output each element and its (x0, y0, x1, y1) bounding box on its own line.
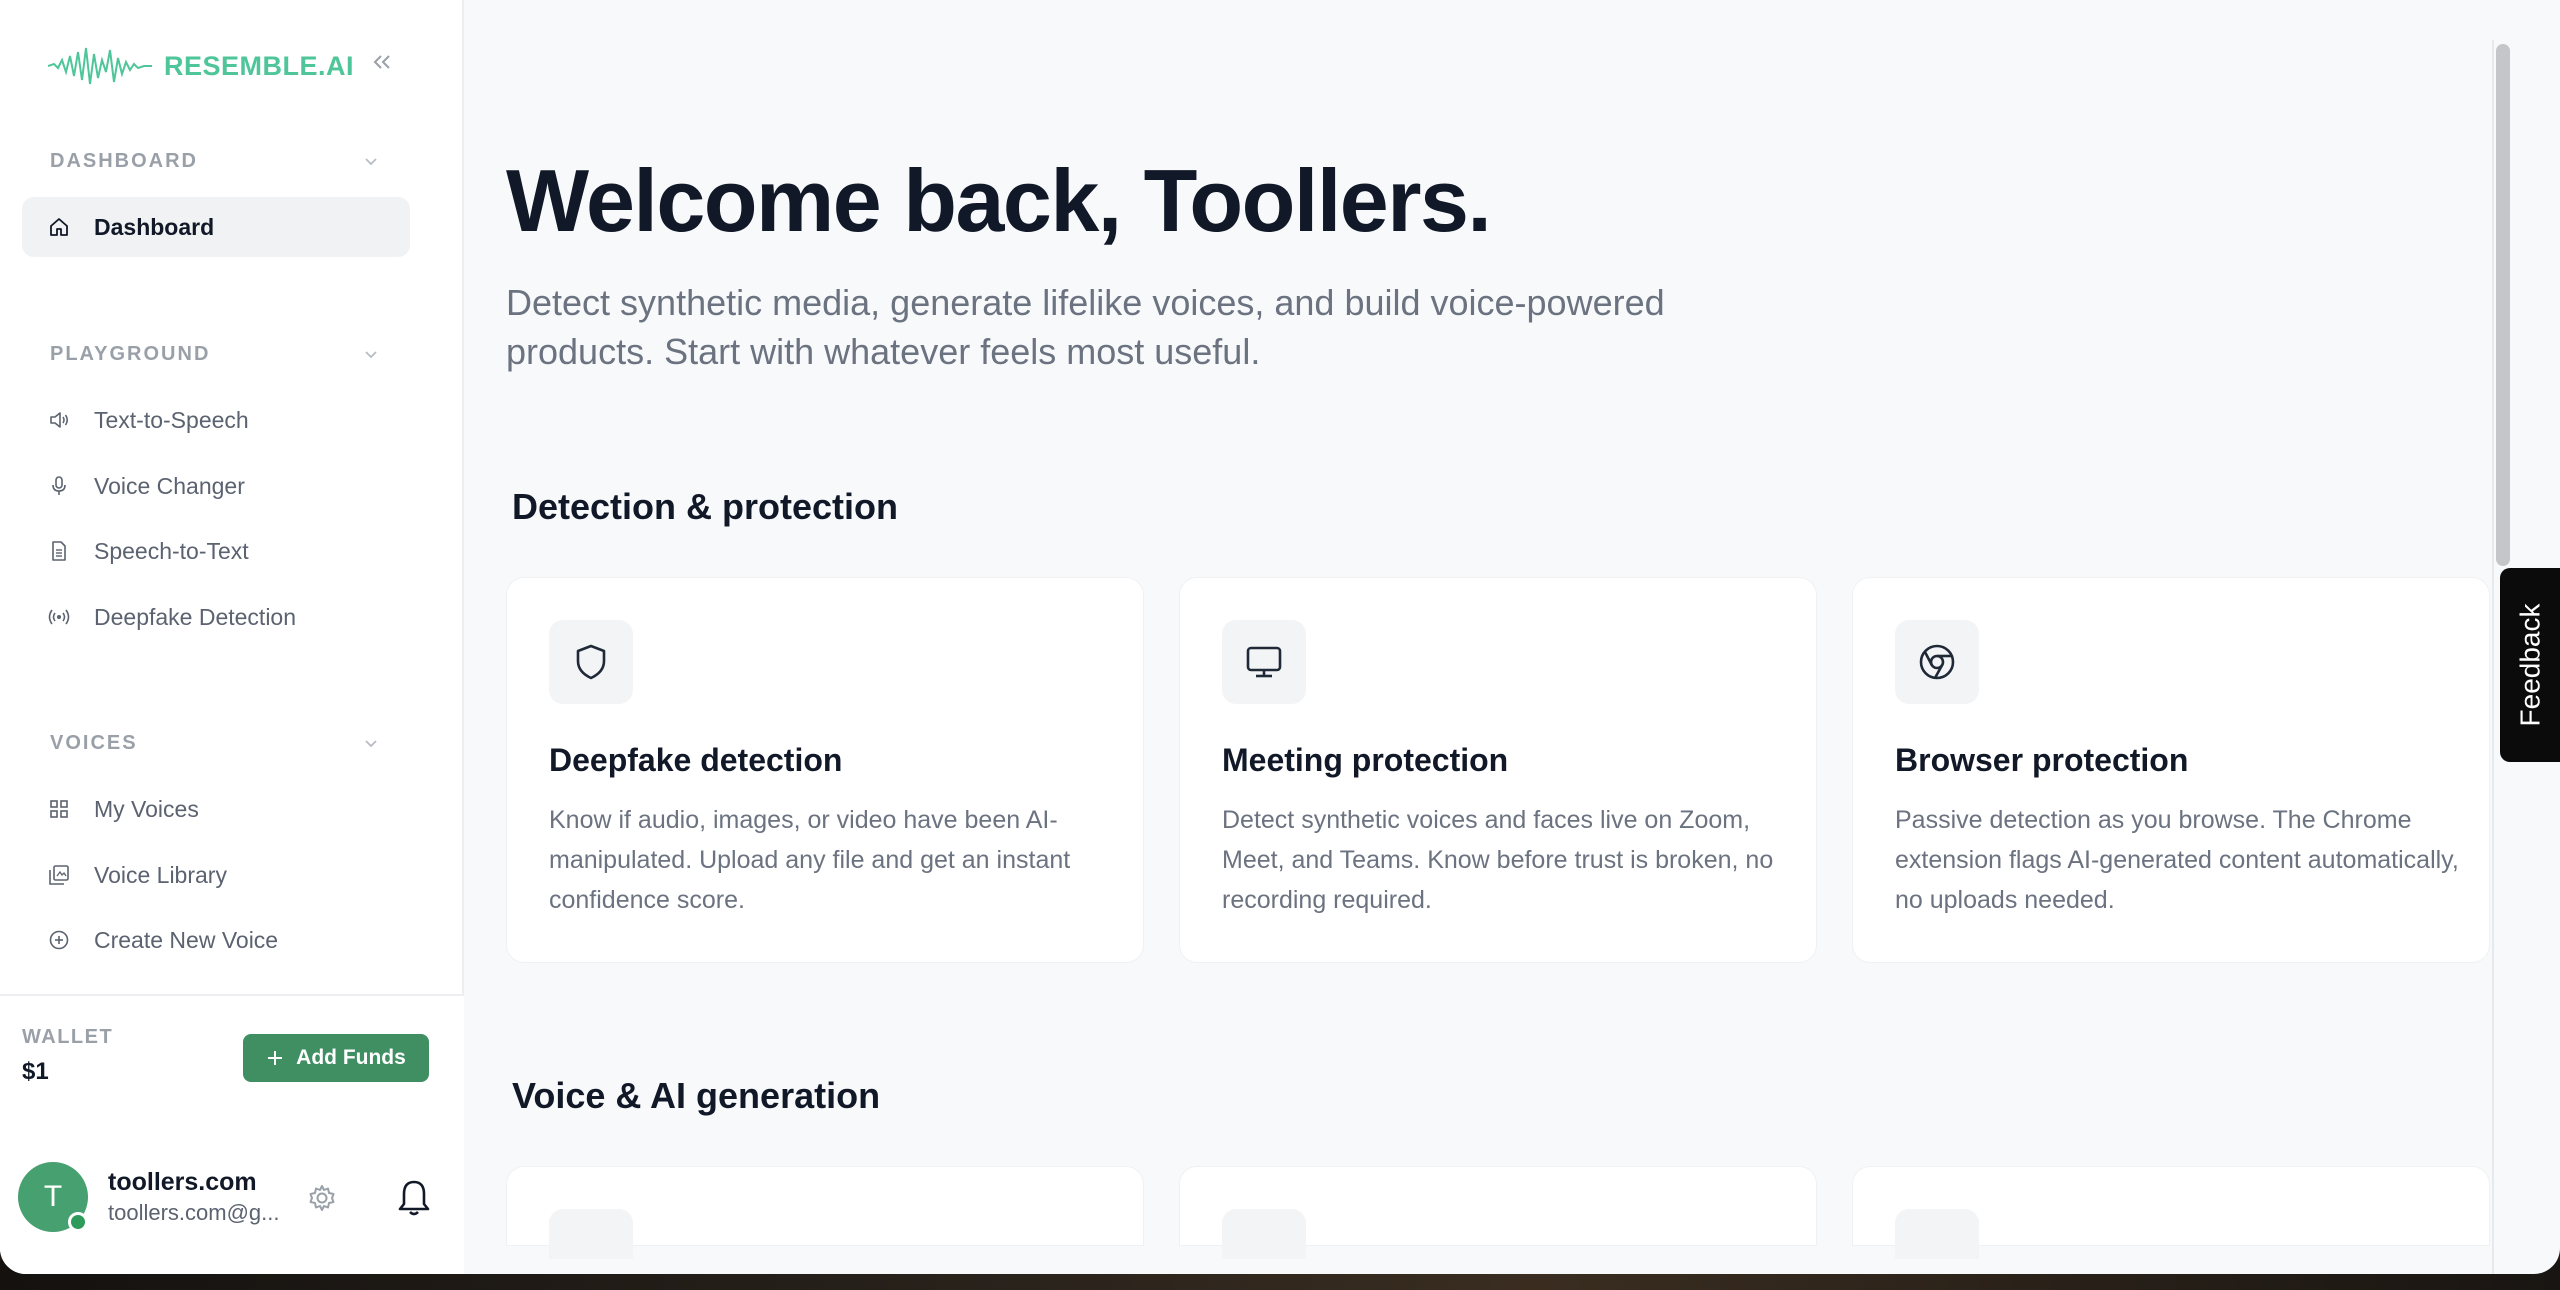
add-funds-button[interactable]: Add Funds (243, 1034, 429, 1082)
home-icon (48, 216, 70, 238)
card-title: Meeting protection (1222, 742, 1509, 778)
avatar-initial: T (43, 1180, 63, 1213)
wallet-label: WALLET (22, 1026, 114, 1048)
user-email: toollers.com@g... (108, 1200, 280, 1225)
settings-button[interactable] (306, 1182, 338, 1214)
feedback-label: Feedback (2514, 603, 2545, 727)
sidebar-item-label: Deepfake Detection (94, 603, 297, 630)
card-icon-box (1895, 1209, 1979, 1259)
library-icon (48, 864, 70, 886)
logo[interactable]: RESEMBLE.AI (48, 40, 354, 92)
add-funds-label: Add Funds (296, 1046, 406, 1069)
page-subtitle: Detect synthetic media, generate lifelik… (506, 282, 1665, 372)
card-meeting-protection[interactable]: Meeting protection Detect synthetic voic… (1179, 577, 1817, 963)
card-description: Know if audio, images, or video have bee… (549, 806, 1071, 914)
document-icon (48, 540, 70, 562)
section-title-voice-generation: Voice & AI generation (512, 1075, 881, 1116)
card-icon-box (549, 620, 633, 704)
monitor-icon (1246, 646, 1282, 678)
card-icon-box (1895, 620, 1979, 704)
bell-icon (398, 1180, 430, 1216)
chrome-icon (1919, 644, 1955, 680)
sidebar-item-speech-to-text[interactable]: Speech-to-Text (22, 521, 410, 581)
card-title: Browser protection (1895, 742, 2189, 778)
section-dashboard[interactable]: DASHBOARD (50, 146, 380, 176)
sidebar-item-text-to-speech[interactable]: Text-to-Speech (22, 390, 410, 450)
sidebar-item-label: Voice Changer (94, 472, 245, 499)
card-title: Deepfake detection (549, 742, 843, 778)
waveform-logo-icon (48, 47, 152, 85)
section-title-detection: Detection & protection (512, 486, 899, 527)
sidebar-item-create-new-voice[interactable]: Create New Voice (22, 910, 410, 970)
sidebar-item-voice-library[interactable]: Voice Library (22, 845, 410, 905)
card-description: Passive detection as you browse. The Chr… (1895, 806, 2459, 914)
user-name: toollers.com (108, 1168, 257, 1196)
card-voice-generation-2[interactable] (1179, 1166, 1817, 1259)
gear-icon (309, 1185, 335, 1211)
chevron-down-icon (365, 158, 377, 166)
logo-text: RESEMBLE.AI (164, 50, 355, 81)
sidebar-item-dashboard[interactable]: Dashboard (22, 197, 410, 257)
feedback-tab[interactable]: Feedback (2500, 568, 2560, 762)
chevrons-left-icon (373, 55, 390, 69)
card-icon-box (549, 1209, 633, 1259)
collapse-sidebar-button[interactable] (368, 48, 396, 76)
sidebar-item-label: Speech-to-Text (94, 537, 249, 564)
grid-icon (48, 798, 70, 820)
wallet-balance: $1 (22, 1058, 49, 1085)
app-window: RESEMBLE.AI DASHBOARD Dashboard PLAYGROU… (0, 0, 2560, 1274)
plus-circle-icon (48, 929, 70, 951)
card-icon-box (1222, 620, 1306, 704)
shield-icon (576, 644, 606, 680)
card-voice-generation-3[interactable] (1852, 1166, 2490, 1259)
speaker-icon (48, 409, 70, 431)
section-title: VOICES (50, 731, 138, 754)
plus-icon (268, 1051, 283, 1065)
broadcast-icon (48, 606, 70, 628)
card-icon-box (1222, 1209, 1306, 1259)
sidebar-item-my-voices[interactable]: My Voices (22, 779, 410, 839)
sidebar-item-label: Voice Library (94, 861, 227, 888)
sidebar-item-label: Text-to-Speech (94, 406, 249, 433)
scrollbar-thumb[interactable] (2496, 44, 2510, 566)
sidebar: RESEMBLE.AI DASHBOARD Dashboard PLAYGROU… (0, 0, 464, 1274)
sidebar-item-label: Dashboard (94, 213, 215, 240)
card-deepfake-detection[interactable]: Deepfake detection Know if audio, images… (506, 577, 1144, 963)
sidebar-item-deepfake-detection[interactable]: Deepfake Detection (22, 587, 410, 647)
chevron-down-icon (365, 740, 377, 748)
section-playground[interactable]: PLAYGROUND (50, 339, 380, 369)
notifications-button[interactable] (396, 1178, 432, 1218)
section-title: DASHBOARD (50, 149, 198, 172)
card-browser-protection[interactable]: Browser protection Passive detection as … (1852, 577, 2490, 963)
section-title: PLAYGROUND (50, 342, 211, 365)
wallet-panel: WALLET $1 Add Funds (0, 994, 464, 1274)
chevron-down-icon (365, 351, 377, 359)
sidebar-item-voice-changer[interactable]: Voice Changer (22, 456, 410, 516)
sidebar-item-label: Create New Voice (94, 926, 279, 953)
microphone-icon (48, 475, 70, 497)
card-description: Detect synthetic voices and faces live o… (1222, 806, 1774, 914)
main-content: Welcome back, Toollers. Detect synthetic… (466, 0, 2492, 1274)
page-title: Welcome back, Toollers. (506, 151, 1492, 250)
section-voices[interactable]: VOICES (50, 728, 380, 758)
sidebar-item-label: My Voices (94, 795, 199, 822)
card-voice-generation-1[interactable] (506, 1166, 1144, 1259)
online-status-dot (68, 1212, 88, 1232)
